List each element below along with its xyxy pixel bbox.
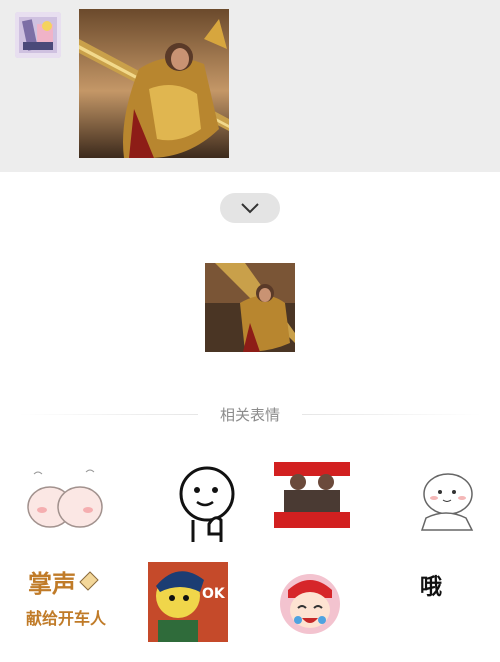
chevron-down-icon <box>241 203 259 214</box>
svg-text:OK: OK <box>202 586 226 602</box>
laughing-god-of-wealth-sticker <box>280 574 340 634</box>
chubby-cheeks-kiss-sticker <box>27 469 103 528</box>
svg-text:掌声: 掌声 <box>28 570 76 598</box>
collapse-button[interactable] <box>220 193 280 223</box>
two-muscle-men-sticker <box>272 460 352 530</box>
sticker-item[interactable]: 掌声 献给开车人 <box>22 562 106 640</box>
avatar-image <box>15 12 61 58</box>
sticker-item[interactable] <box>272 460 352 530</box>
related-divider: 相关表情 <box>0 402 500 428</box>
sticker-item[interactable]: 哦 <box>418 568 458 602</box>
applause-text-sticker: 掌声 献给开车人 <box>26 570 106 628</box>
golden-armor-warrior-sticker <box>79 9 229 158</box>
stick-figure-thumbs-up-sticker <box>179 466 235 542</box>
sent-sticker-message[interactable] <box>79 9 229 158</box>
sticker-preview[interactable] <box>205 263 295 352</box>
divider-line-right <box>302 414 482 415</box>
cartoon-kid-ok-sticker: OK <box>148 562 228 642</box>
sticker-item[interactable] <box>412 468 482 538</box>
svg-text:哦: 哦 <box>420 575 442 600</box>
sticker-item[interactable] <box>274 568 346 640</box>
sender-avatar[interactable] <box>15 12 61 58</box>
emoji-panel: 相关表情 掌声 献给开车人 OK 哦 <box>0 172 500 662</box>
white-blob-sitting-sticker <box>420 473 474 531</box>
e-text-sticker: 哦 <box>420 575 442 600</box>
sticker-item[interactable] <box>24 462 106 544</box>
sticker-item[interactable]: OK <box>148 562 228 642</box>
svg-text:献给开车人: 献给开车人 <box>26 609 106 628</box>
golden-armor-warrior-sticker <box>205 263 295 352</box>
sticker-item[interactable] <box>165 462 247 544</box>
chat-message-area <box>0 0 500 172</box>
